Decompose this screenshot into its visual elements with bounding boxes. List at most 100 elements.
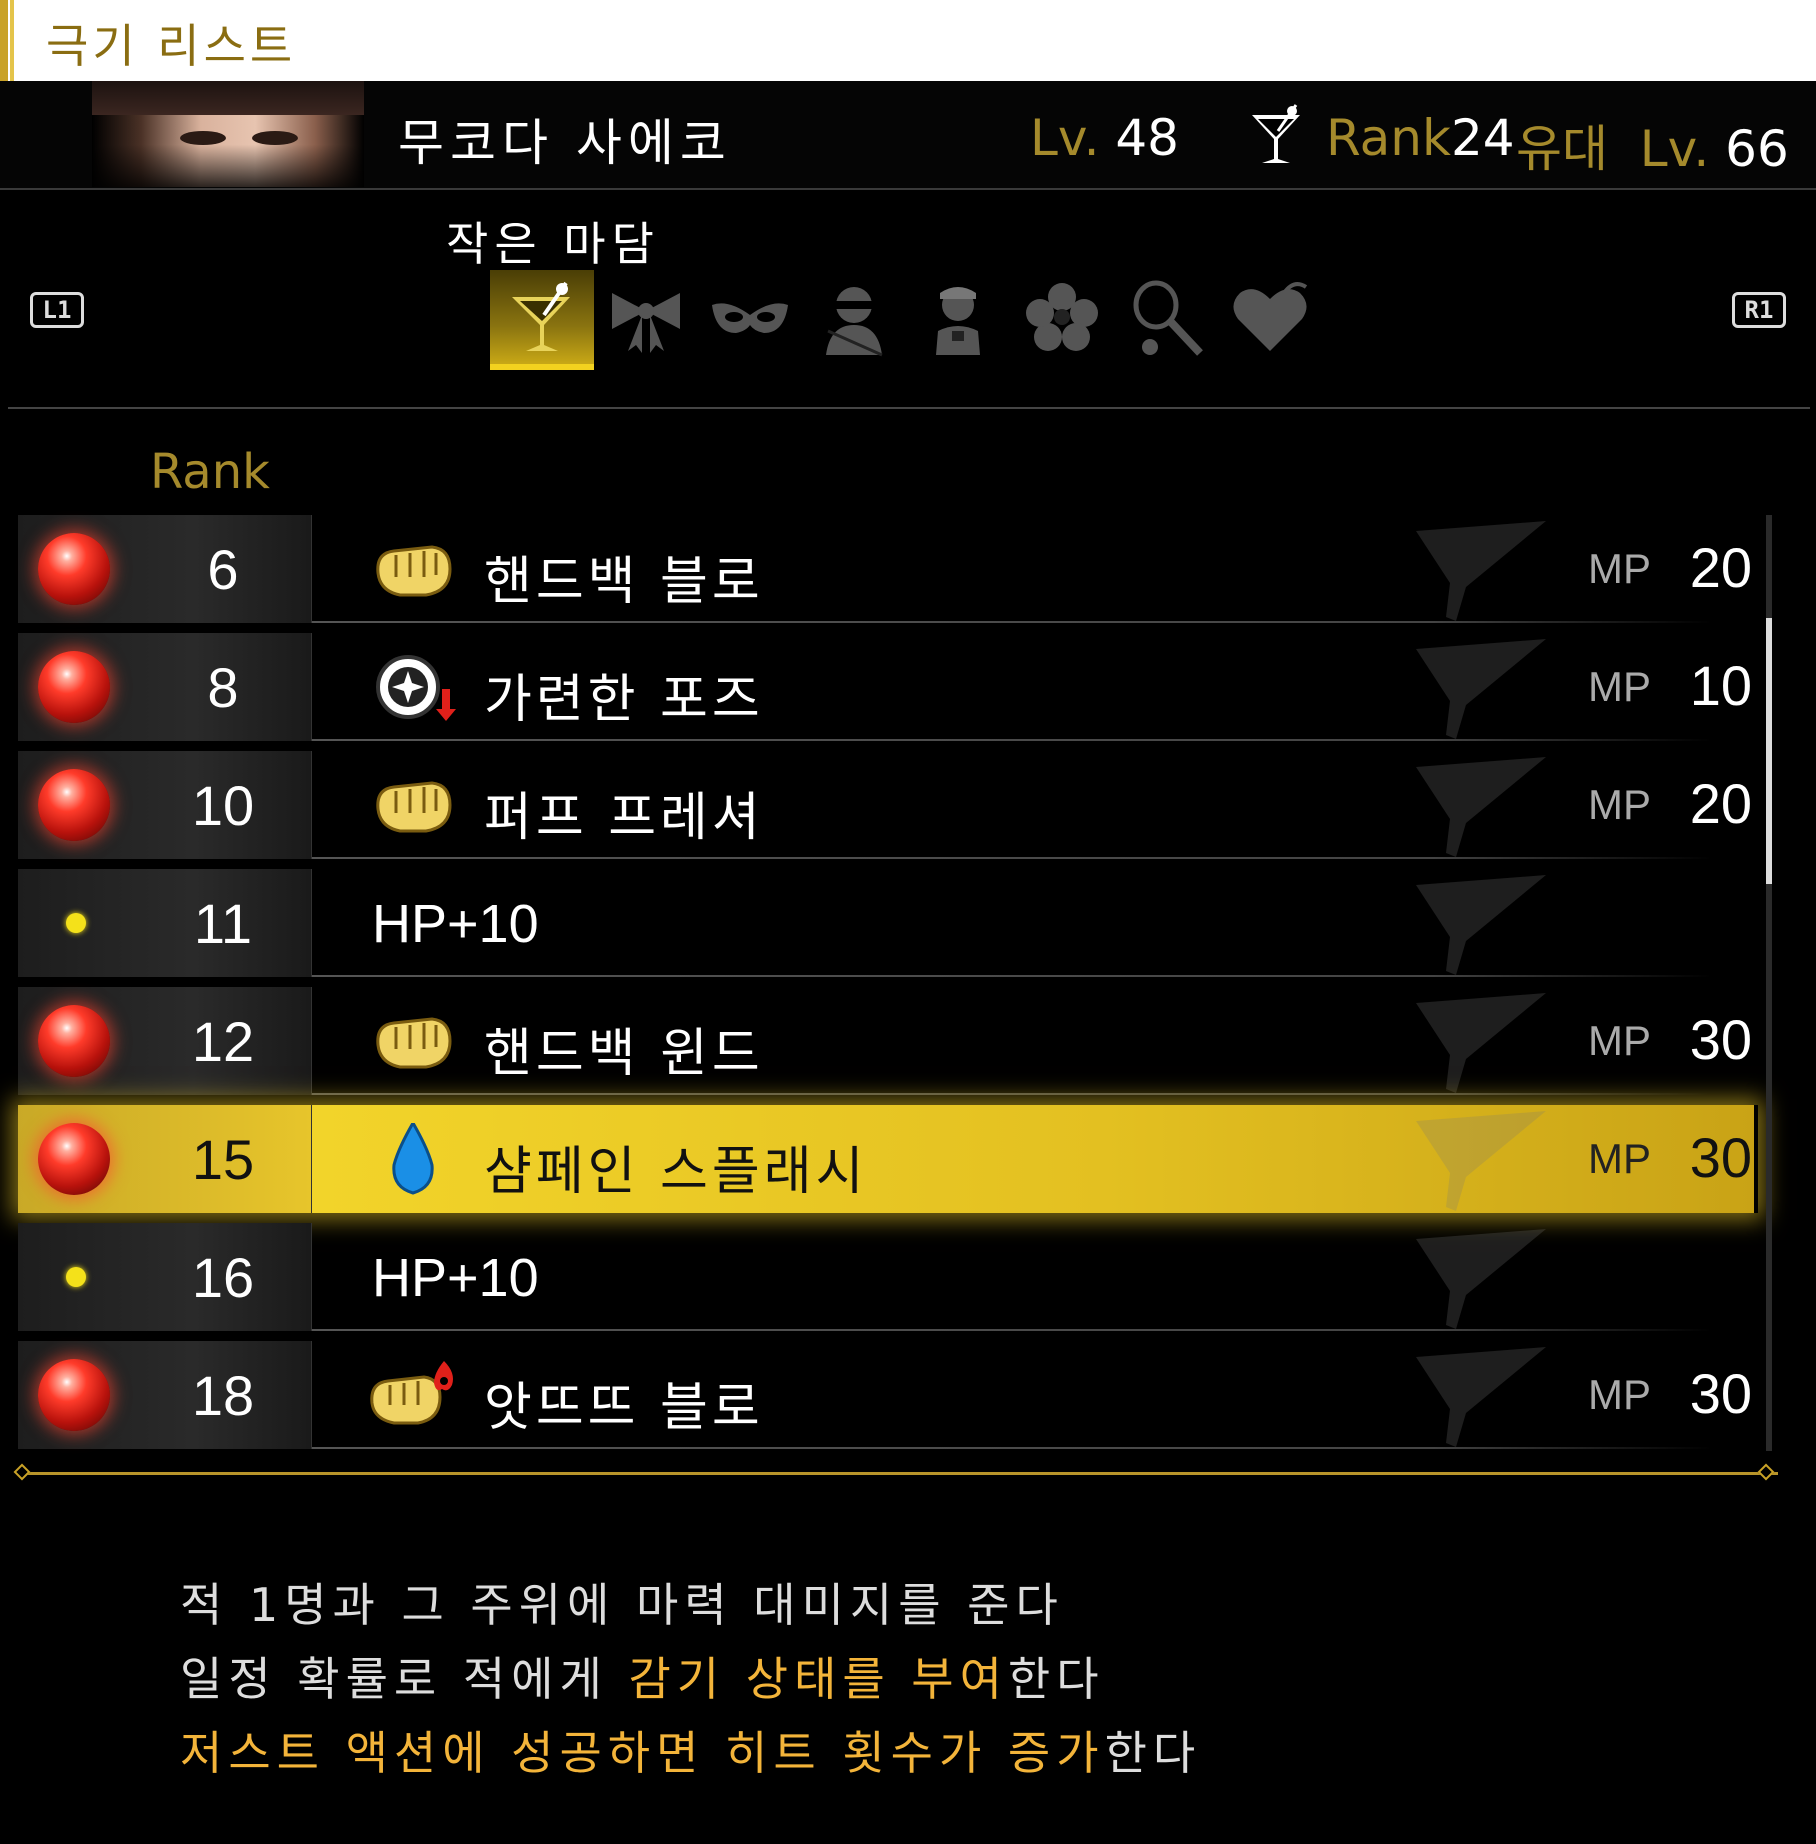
tab-hibiscus[interactable] (1010, 270, 1114, 364)
ribbon-icon (612, 293, 680, 353)
character-rank: Rank24 (1326, 109, 1515, 167)
mp-label: MP (1588, 1017, 1651, 1064)
cocktail-watermark-icon (1416, 757, 1546, 857)
mp-value: 30 (1689, 1362, 1752, 1425)
cocktail-watermark-icon (1416, 875, 1546, 975)
tab-ninja[interactable] (802, 270, 906, 364)
rank-value: 6 (207, 538, 239, 601)
tab-heart[interactable] (1218, 270, 1322, 364)
mp-value: 30 (1689, 1008, 1752, 1071)
r1-button[interactable]: R1 (1732, 292, 1786, 328)
cocktail-icon (512, 281, 570, 351)
list-item[interactable]: 6 핸드백 블로 MP 20 (18, 515, 1758, 623)
description-line-2: 일정 확률로 적에게 감기 상태를 부여한다 (180, 1652, 1105, 1706)
l1-button[interactable]: L1 (30, 292, 84, 328)
skill-description: 적 1명과 그 주위에 마력 대미지를 준다 일정 확률로 적에게 감기 상태를… (180, 1568, 1201, 1790)
rank-value: 10 (191, 774, 255, 837)
fist-icon (376, 781, 452, 833)
rank-label: Rank (1326, 109, 1451, 167)
bond-lv-value: 66 (1725, 120, 1789, 178)
title-accent (0, 0, 8, 81)
character-name: 무코다 사에코 (398, 114, 732, 172)
rank-cell: 10 (18, 751, 312, 859)
mp-value: 20 (1689, 536, 1752, 599)
list-item-selected[interactable]: 15 샴페인 스플래시 MP 30 (18, 1105, 1758, 1213)
rank-value: 18 (191, 1364, 255, 1427)
rank-value: 15 (191, 1128, 255, 1191)
skill-name: 퍼프 프레셔 (484, 788, 764, 848)
list-item[interactable]: 18 앗뜨뜨 블로 MP 30 (18, 1341, 1758, 1449)
mp-value: 10 (1689, 654, 1752, 717)
rank-cell: 15 (18, 1105, 312, 1213)
stat-dot-icon (66, 913, 86, 933)
skill-orb-icon (38, 533, 110, 605)
list-item[interactable]: 12 핸드백 윈드 MP 30 (18, 987, 1758, 1095)
divider-ornament (1757, 1463, 1775, 1481)
cocktail-watermark-icon (1416, 521, 1546, 621)
title-bar: 극기 리스트 (0, 0, 1816, 81)
description-line-1: 적 1명과 그 주위에 마력 대미지를 준다 (180, 1578, 1064, 1632)
hibiscus-icon (1026, 283, 1098, 351)
fist-fire-icon (370, 1361, 453, 1425)
maid-icon (936, 287, 980, 355)
mp-label: MP (1588, 1135, 1651, 1182)
tab-ribbon[interactable] (594, 270, 698, 364)
tennis-icon (1133, 280, 1203, 356)
cocktail-watermark-icon (1416, 1347, 1546, 1447)
list-item[interactable]: 10 퍼프 프레셔 MP 20 (18, 751, 1758, 859)
mp-value: 30 (1689, 1126, 1752, 1189)
tab-tennis[interactable] (1114, 270, 1218, 364)
description-highlight: 저스트 액션에 성공하면 히트 횟수가 증가 (180, 1726, 1105, 1780)
pose-debuff-icon (376, 655, 456, 721)
mp-label: MP (1588, 663, 1651, 710)
rank-value: 16 (191, 1246, 255, 1309)
skill-name: 핸드백 윈드 (484, 1024, 764, 1084)
list-item[interactable]: 11 HP+10 (18, 869, 1758, 977)
level-label: Lv. (1030, 109, 1100, 167)
list-item[interactable]: 8 가련한 포즈 MP 10 (18, 633, 1758, 741)
fist-icon (376, 1017, 452, 1069)
tab-mask[interactable] (698, 270, 802, 364)
description-highlight: 감기 상태를 부여 (628, 1652, 1008, 1706)
rank-cell: 6 (18, 515, 312, 623)
rank-cell: 12 (18, 987, 312, 1095)
cocktail-watermark-icon (1416, 1111, 1546, 1211)
category-label: 작은 마담 (446, 217, 660, 271)
rank-column-header: Rank (150, 444, 270, 500)
rank-value: 11 (193, 892, 253, 955)
mp-value: 20 (1689, 772, 1752, 835)
skill-name: 핸드백 블로 (484, 552, 764, 612)
list-scrollbar-thumb[interactable] (1766, 618, 1772, 884)
fist-icon (376, 545, 452, 597)
mask-icon (712, 303, 788, 333)
cocktail-watermark-icon (1416, 993, 1546, 1093)
mp-label: MP (1588, 1371, 1651, 1418)
cocktail-watermark-icon (1416, 639, 1546, 739)
water-drop-icon (392, 1123, 434, 1195)
character-header: 무코다 사에코 Lv. 48 Rank24 유대 Lv. 66 (0, 81, 1816, 190)
bond-lv-label: Lv. (1639, 120, 1710, 178)
list-bottom-divider (22, 1472, 1778, 1475)
level-value: 48 (1115, 109, 1179, 167)
mp-label: MP (1588, 781, 1651, 828)
bond-level: 유대 Lv. 66 (1516, 109, 1789, 181)
cocktail-watermark-icon (1416, 1229, 1546, 1329)
rank-value: 24 (1450, 109, 1515, 167)
stat-bonus: HP+10 (372, 1248, 539, 1308)
skill-orb-icon (38, 651, 110, 723)
tab-maid[interactable] (906, 270, 1010, 364)
mp-label: MP (1588, 545, 1651, 592)
heart-icon (1233, 282, 1308, 351)
character-level: Lv. 48 (1030, 109, 1179, 167)
ninja-icon (826, 287, 883, 357)
rank-value: 8 (207, 656, 239, 719)
skill-orb-icon (38, 769, 110, 841)
category-tabs (490, 270, 1322, 370)
rank-cell: 8 (18, 633, 312, 741)
skill-orb-icon (38, 1123, 110, 1195)
header-divider (8, 407, 1810, 409)
list-item[interactable]: 16 HP+10 (18, 1223, 1758, 1331)
cocktail-icon (1252, 104, 1300, 163)
skill-name: 가련한 포즈 (484, 670, 764, 730)
tab-cocktail[interactable] (490, 270, 594, 370)
